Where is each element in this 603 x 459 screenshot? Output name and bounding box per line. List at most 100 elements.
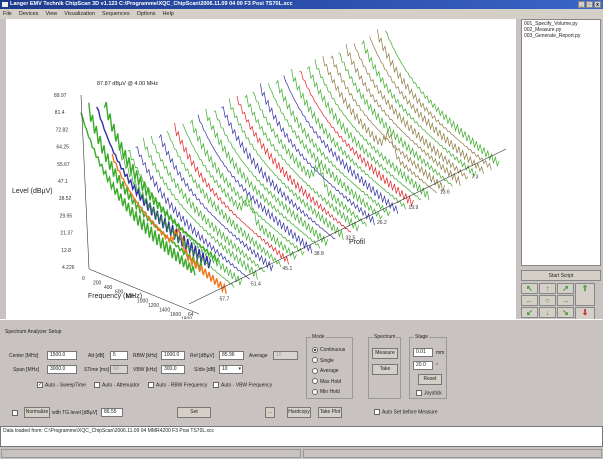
spectrum-trace <box>158 133 274 272</box>
sdiv-select[interactable]: 10 ▾ <box>219 365 243 374</box>
stage-title: Stage <box>414 334 430 340</box>
span-label: Span [MHz] <box>13 367 40 373</box>
spectrum-trace <box>384 30 500 168</box>
window-title: Langer EMV Technik ChipScan 3D v1.123 C:… <box>10 1 293 7</box>
sdiv-label: S/div [dB] <box>194 367 216 373</box>
z-up-icon[interactable]: ⇑ <box>575 283 595 306</box>
mode-option-label: Max Hold <box>320 378 342 385</box>
center-input[interactable]: 1500.0 <box>47 351 77 360</box>
level-tick-label: 64.25 <box>56 145 69 151</box>
menu-devices[interactable]: Devices <box>19 9 39 19</box>
auto-sweeptime-checkbox[interactable]: ✓ Auto - SweepTime <box>37 382 86 388</box>
waterfall-3d-plot[interactable]: 89.97 81.4 72.82 64.25 55.67 47.1 38.52 29.95 21… <box>6 19 516 327</box>
stage-group: Stage 0.01 mm 20.0 ° Reset Joystick <box>409 334 447 399</box>
mode-radio-continuous[interactable]: Continuous <box>312 345 345 356</box>
tg-level-input[interactable]: 86.55 <box>101 408 123 417</box>
step-unit: mm <box>436 350 445 356</box>
frequency-axis-label: Frequency (MHz) <box>88 293 142 300</box>
hardcopy-button[interactable]: Hardcopy <box>287 407 311 418</box>
radio-icon <box>312 346 318 353</box>
stime-input[interactable]: 60 <box>110 365 128 374</box>
auto-vbw-label: Auto - VBW Frequency <box>221 382 273 389</box>
average-input[interactable]: 10 <box>273 351 298 360</box>
checkbox-icon <box>12 410 18 416</box>
script-item[interactable]: 003_Generate_Report.py <box>524 33 598 39</box>
mode-radio-average[interactable]: Average <box>312 366 345 377</box>
radio-icon <box>312 367 318 374</box>
span-input[interactable]: 3000.0 <box>47 365 77 374</box>
ref-input[interactable]: 85.96 <box>219 351 244 360</box>
menu-visualization[interactable]: Visualization <box>64 9 95 19</box>
take-button[interactable]: Take <box>372 364 398 375</box>
auto-set-checkbox[interactable]: Auto Set before Measure <box>374 409 438 415</box>
mode-radio-max-hold[interactable]: Max Hold <box>312 377 345 388</box>
spectrum-curves <box>80 29 500 294</box>
plot-canvas[interactable]: 89.97 81.4 72.82 64.25 55.67 47.1 38.52 29.95 21… <box>6 19 516 327</box>
auto-attenuator-checkbox[interactable]: Auto - Attenuator <box>94 382 140 388</box>
mode-radio-min-hold[interactable]: Min Hold <box>312 387 345 398</box>
spectrum-title: Spectrum <box>373 334 397 340</box>
menu-view[interactable]: View <box>45 9 57 19</box>
menu-options[interactable]: Options <box>137 9 156 19</box>
chevron-down-icon: ▾ <box>238 366 241 372</box>
profil-tick-label: 26.2 <box>377 220 387 226</box>
close-button[interactable]: x <box>594 1 601 8</box>
minimize-button[interactable]: _ <box>578 1 585 8</box>
menu-help[interactable]: Help <box>163 9 174 19</box>
move-up-icon[interactable]: ↑ <box>539 283 556 294</box>
rbw-input[interactable]: 1000.0 <box>161 351 185 360</box>
take-plot-button[interactable]: Take Plot <box>318 407 342 418</box>
maximize-button[interactable]: ▫ <box>586 1 593 8</box>
auto-rbw-checkbox[interactable]: Auto - RBW Frequency <box>148 382 207 388</box>
level-tick-label: 47.1 <box>58 179 68 185</box>
log-output[interactable]: Data loaded from: C:\Programme\XQC_ChipS… <box>0 426 603 447</box>
stage-angle-input[interactable]: 20.0 <box>413 361 433 370</box>
rbw-label: RBW [kHz] <box>133 353 158 359</box>
measure-button[interactable]: Measure <box>372 348 398 359</box>
more-button[interactable]: ... <box>265 407 275 418</box>
joystick-checkbox[interactable]: Joystick <box>416 390 442 396</box>
ref-label: Ref [dBµV] <box>190 353 215 359</box>
move-up-right-icon[interactable]: ↗ <box>557 283 574 294</box>
title-bar: Langer EMV Technik ChipScan 3D v1.123 C:… <box>0 0 603 9</box>
start-script-button[interactable]: Start Script <box>521 270 601 281</box>
home-icon[interactable]: ○ <box>539 295 556 306</box>
att-input[interactable]: 5 <box>110 351 128 360</box>
setup-title: Spectrum Analyzer Setup <box>5 329 62 335</box>
frequency-tick-label: 0 <box>82 276 85 282</box>
radio-icon <box>312 388 318 395</box>
mode-option-label: Single <box>320 357 334 364</box>
status-bar <box>0 448 603 459</box>
auto-vbw-checkbox[interactable]: Auto - VBW Frequency <box>213 382 272 388</box>
frequency-tick-label: 1200 <box>148 303 159 309</box>
status-pane <box>1 449 301 458</box>
profil-axis-label: Profil <box>349 239 365 246</box>
move-down-icon[interactable]: ↓ <box>539 307 556 318</box>
app-icon <box>2 2 8 7</box>
menu-sequences[interactable]: Sequences <box>102 9 130 19</box>
spectrum-group: Spectrum Measure Take <box>368 334 401 399</box>
normalize-button[interactable]: Normalize <box>24 407 50 418</box>
move-up-left-icon[interactable]: ↖ <box>521 283 538 294</box>
level-tick-label: 55.67 <box>57 162 70 168</box>
normalize-checkbox[interactable] <box>12 410 20 416</box>
reset-button[interactable]: Reset <box>418 374 442 385</box>
profil-tick-label: 45.1 <box>283 266 293 272</box>
auto-attenuator-label: Auto - Attenuator <box>102 382 140 389</box>
mode-title: Mode <box>311 334 326 340</box>
log-line: Data loaded from: C:\Programme\XQC_ChipS… <box>3 428 215 434</box>
menu-file[interactable]: File <box>3 9 12 19</box>
vbw-input[interactable]: 300.0 <box>161 365 185 374</box>
move-down-right-icon[interactable]: ↘ <box>557 307 574 318</box>
move-down-left-icon[interactable]: ↙ <box>521 307 538 318</box>
frequency-tick-label: 200 <box>93 281 102 287</box>
mode-radio-single[interactable]: Single <box>312 356 345 367</box>
script-list[interactable]: 001_Specify_Volume.py 002_Measure.py 003… <box>521 19 601 266</box>
stage-step-input[interactable]: 0.01 <box>413 348 433 357</box>
peak-annotation: 87.87 dBµV @ 4.00 MHz <box>97 81 158 87</box>
move-left-icon[interactable]: ← <box>521 295 538 306</box>
move-right-icon[interactable]: → <box>557 295 574 306</box>
vbw-label: VBW [kHz] <box>133 367 158 373</box>
frequency-tick-label: 1400 <box>159 308 170 314</box>
set-button[interactable]: Set <box>177 407 211 418</box>
